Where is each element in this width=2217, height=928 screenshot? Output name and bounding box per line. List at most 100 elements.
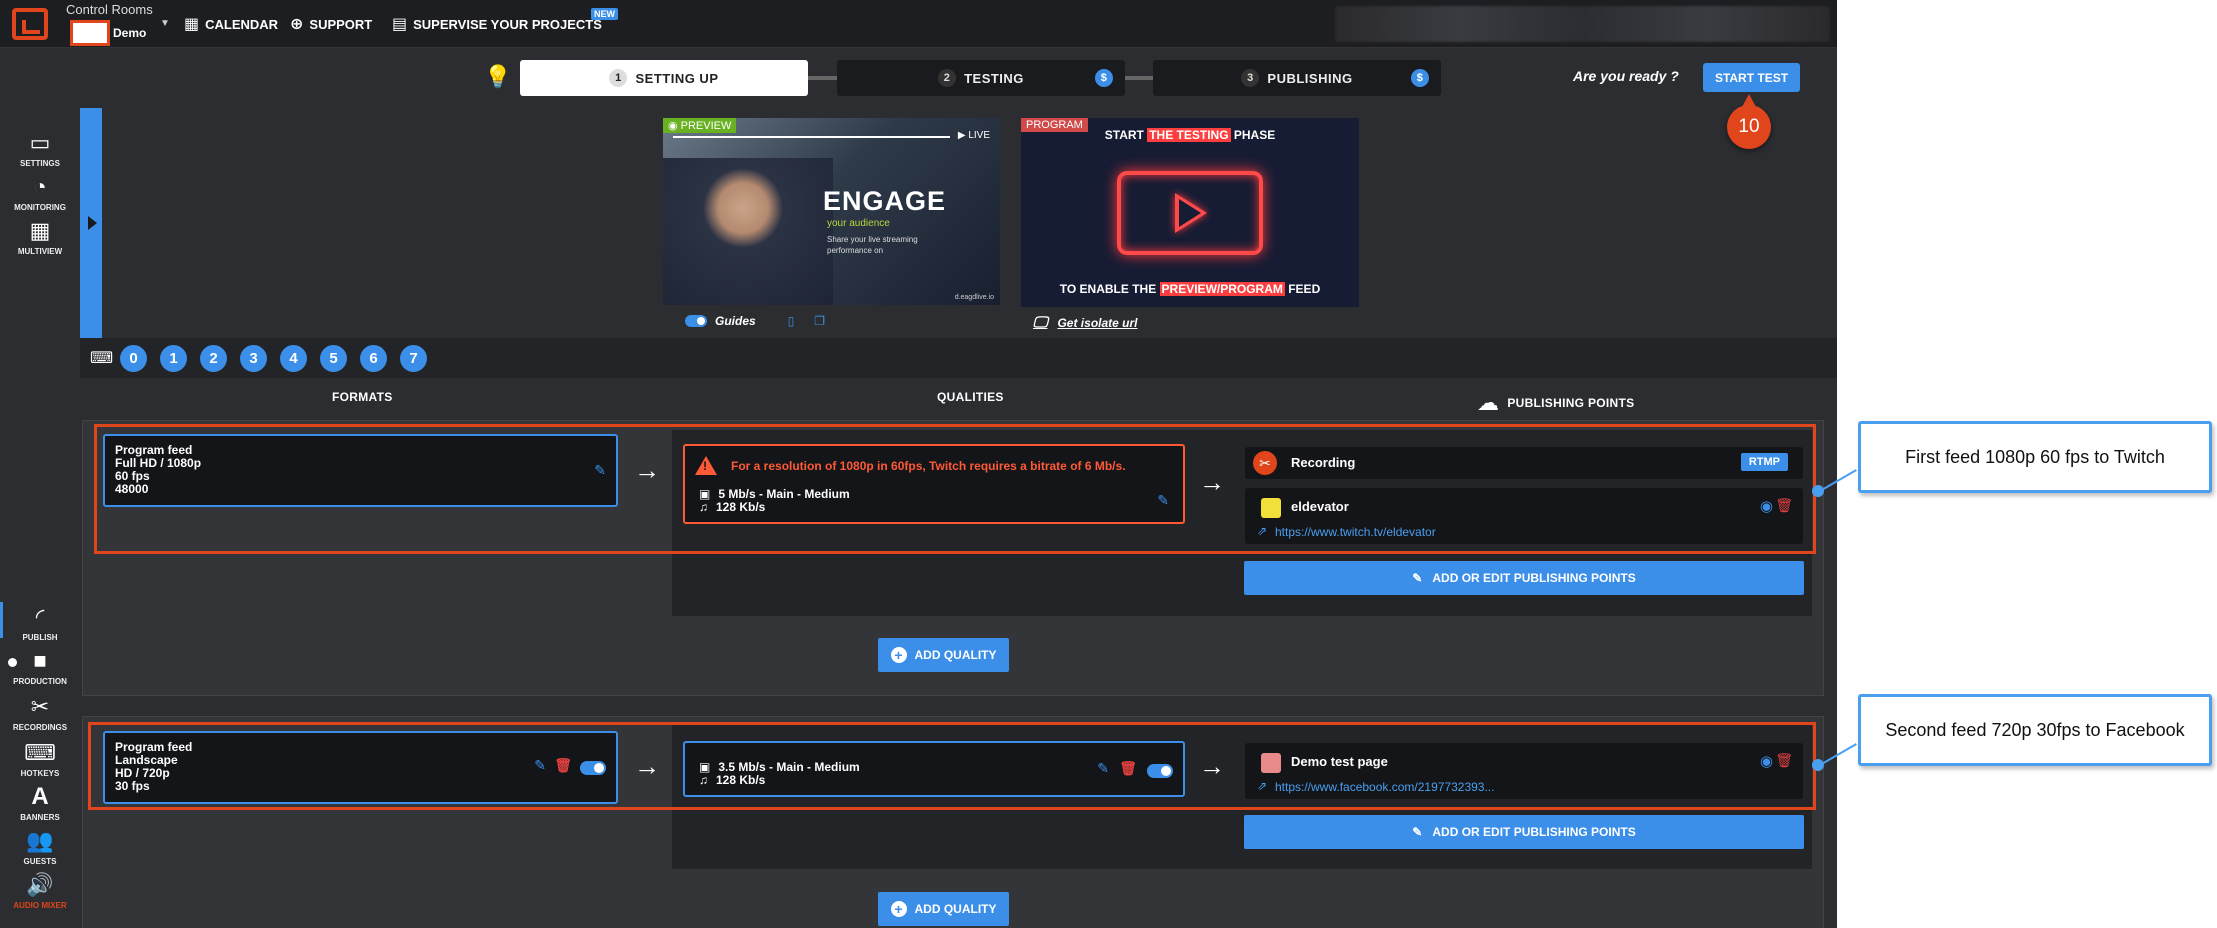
step-label: TESTING [964, 70, 1024, 86]
annotation-pin: 10 [1727, 94, 1771, 149]
add-quality-button[interactable]: + ADD QUALITY [878, 638, 1009, 672]
step-publishing[interactable]: 3 PUBLISHING $ [1153, 60, 1441, 96]
step-number: 3 [1241, 69, 1260, 87]
program-top-post: PHASE [1230, 128, 1276, 142]
sidebar-item-label: SETTINGS [19, 159, 60, 168]
guides-controls: Guides ▯ ❐ [685, 314, 825, 328]
pencil-icon[interactable]: ✎ [1157, 493, 1169, 507]
add-edit-publishing-points-button[interactable]: ✎ ADD OR EDIT PUBLISHING POINTS [1244, 561, 1804, 595]
nav-support[interactable]: ⊕ SUPPORT [290, 14, 372, 34]
program-top-pre: START [1104, 128, 1148, 142]
engage-title: ENGAGE [823, 186, 947, 216]
format-line: 60 fps [115, 469, 150, 483]
play-icon [1117, 171, 1263, 255]
publishing-point-recording[interactable]: ✂ Recording RTMP [1245, 447, 1803, 479]
audio-quality: 128 Kb/s [716, 773, 766, 787]
trash-icon[interactable]: 🗑 [1775, 497, 1793, 514]
calendar-icon: ▦ [184, 16, 200, 33]
nav-calendar[interactable]: ▦ CALENDAR [184, 14, 278, 34]
quality-toggle[interactable] [1147, 764, 1173, 778]
multiview-icon: ▦ [29, 218, 51, 243]
feed-number-5[interactable]: 5 [320, 345, 347, 372]
program-bottom-highlight: PREVIEW/PROGRAM [1159, 282, 1285, 296]
feed-toggle[interactable] [580, 761, 606, 775]
feed-number-0[interactable]: 0 [120, 345, 147, 372]
new-badge: NEW [591, 8, 618, 20]
program-monitor[interactable]: PROGRAM START THE TESTING PHASE TO ENABL… [1021, 118, 1359, 307]
gauge-icon: ◔ [33, 174, 47, 199]
pencil-icon[interactable]: ✎ [594, 463, 606, 477]
org-name[interactable]: Demo [113, 26, 146, 40]
keyboard-icon[interactable]: ⌨ [90, 348, 113, 368]
guides-toggle[interactable] [685, 315, 707, 327]
live-label-text: LIVE [968, 130, 990, 141]
app-title: Control Rooms [66, 2, 153, 17]
lifebuoy-icon: ⊕ [290, 16, 304, 33]
publishing-point-facebook[interactable]: Demo test page ◉ 🗑 ⇗ https://www.faceboo… [1245, 743, 1803, 799]
trash-icon[interactable]: 🗑 [1775, 752, 1793, 769]
chevron-down-icon[interactable]: ▼ [160, 18, 170, 29]
pencil-icon: ✎ [1412, 571, 1423, 585]
eye-icon[interactable]: ◉ [1760, 752, 1773, 770]
feed-number-7[interactable]: 7 [400, 345, 427, 372]
sidebar-item-production[interactable]: ■ PRODUCTION [0, 646, 80, 686]
quality-card[interactable]: For a resolution of 1080p in 60fps, Twit… [683, 444, 1185, 524]
mobile-icon[interactable]: ▯ [788, 314, 795, 328]
lightbulb-icon[interactable]: 💡 [484, 64, 511, 90]
feed-number-1[interactable]: 1 [160, 345, 187, 372]
program-top-highlight: THE TESTING [1147, 128, 1231, 142]
copy-icon[interactable]: ❐ [814, 314, 825, 328]
add-quality-button[interactable]: + ADD QUALITY [878, 892, 1009, 926]
step-setting-up[interactable]: 1 SETTING UP [520, 60, 808, 96]
step-testing[interactable]: 2 TESTING $ [837, 60, 1125, 96]
sidebar-expand-handle[interactable] [80, 108, 102, 338]
button-label: ADD OR EDIT PUBLISHING POINTS [1432, 825, 1636, 839]
sidebar-item-settings[interactable]: ▭ SETTINGS [0, 128, 80, 168]
sidebar-item-publish[interactable]: ◜ PUBLISH [0, 602, 80, 642]
format-line: Landscape [115, 753, 178, 767]
facebook-avatar [1261, 753, 1281, 773]
sidebar-item-multiview[interactable]: ▦ MULTIVIEW [0, 216, 80, 256]
format-card[interactable]: Program feed Landscape HD / 720p 30 fps … [103, 731, 618, 804]
nav-supervise[interactable]: ▤ SUPERVISE YOUR PROJECTS [392, 14, 602, 34]
feed-number-2[interactable]: 2 [200, 345, 227, 372]
trash-icon[interactable]: 🗑 [1119, 761, 1137, 775]
pencil-icon[interactable]: ✎ [534, 758, 546, 772]
start-test-button[interactable]: START TEST [1703, 63, 1800, 92]
user-area[interactable] [1335, 6, 1830, 42]
play-triangle [1175, 193, 1207, 233]
feed-number-4[interactable]: 4 [280, 345, 307, 372]
sidebar-item-monitoring[interactable]: ◔ MONITORING [0, 172, 80, 212]
feed-number-6[interactable]: 6 [360, 345, 387, 372]
sidebar-item-hotkeys[interactable]: ⌨ HOTKEYS [0, 738, 80, 778]
format-card[interactable]: Program feed Full HD / 1080p 60 fps 4800… [103, 434, 618, 507]
preview-monitor[interactable]: ◉ PREVIEW ▶ LIVE ENGAGE your audience Sh… [663, 118, 1000, 305]
trash-icon[interactable]: 🗑 [554, 758, 572, 772]
publishing-point-twitch[interactable]: eldevator ◉ 🗑 ⇗ https://www.twitch.tv/el… [1245, 488, 1803, 544]
isolate-url-row[interactable]: 🖵 Get isolate url [1033, 314, 1138, 331]
keyboard-icon: ⌨ [24, 740, 56, 765]
org-avatar[interactable] [70, 20, 110, 46]
callout-second-feed: Second feed 720p 30fps to Facebook [1858, 694, 2212, 766]
sidebar-item-banners[interactable]: A BANNERS [0, 782, 80, 822]
format-line: HD / 720p [115, 766, 170, 780]
sidebar-item-recordings[interactable]: ✂ RECORDINGS [0, 692, 80, 732]
dollar-icon: $ [1095, 69, 1113, 87]
sidebar-item-audio-mixer[interactable]: 🔊 AUDIO MIXER [0, 870, 80, 910]
quality-card[interactable]: ▣ 3.5 Mb/s - Main - Medium ♫ 128 Kb/s ✎ … [683, 741, 1185, 797]
sidebar-item-guests[interactable]: 👥 GUESTS [0, 826, 80, 866]
step-connector [808, 76, 838, 80]
button-label: ADD QUALITY [914, 648, 997, 662]
feed-number-3[interactable]: 3 [240, 345, 267, 372]
eye-icon[interactable]: ◉ [1760, 497, 1773, 515]
arrow-right-icon: → [634, 455, 660, 485]
add-edit-publishing-points-button[interactable]: ✎ ADD OR EDIT PUBLISHING POINTS [1244, 815, 1804, 849]
pencil-icon[interactable]: ✎ [1097, 761, 1109, 775]
publishing-point-url[interactable]: https://www.facebook.com/2197732393... [1275, 780, 1494, 794]
external-link-icon: ⇗ [1257, 779, 1268, 793]
publishing-point-url[interactable]: https://www.twitch.tv/eldevator [1275, 525, 1436, 539]
cloud-upload-icon: ☁ [1477, 390, 1500, 415]
app-logo-icon[interactable] [12, 8, 48, 40]
isolate-url-link[interactable]: Get isolate url [1057, 316, 1137, 330]
audio-quality-row: ♫ 128 Kb/s [699, 774, 765, 787]
